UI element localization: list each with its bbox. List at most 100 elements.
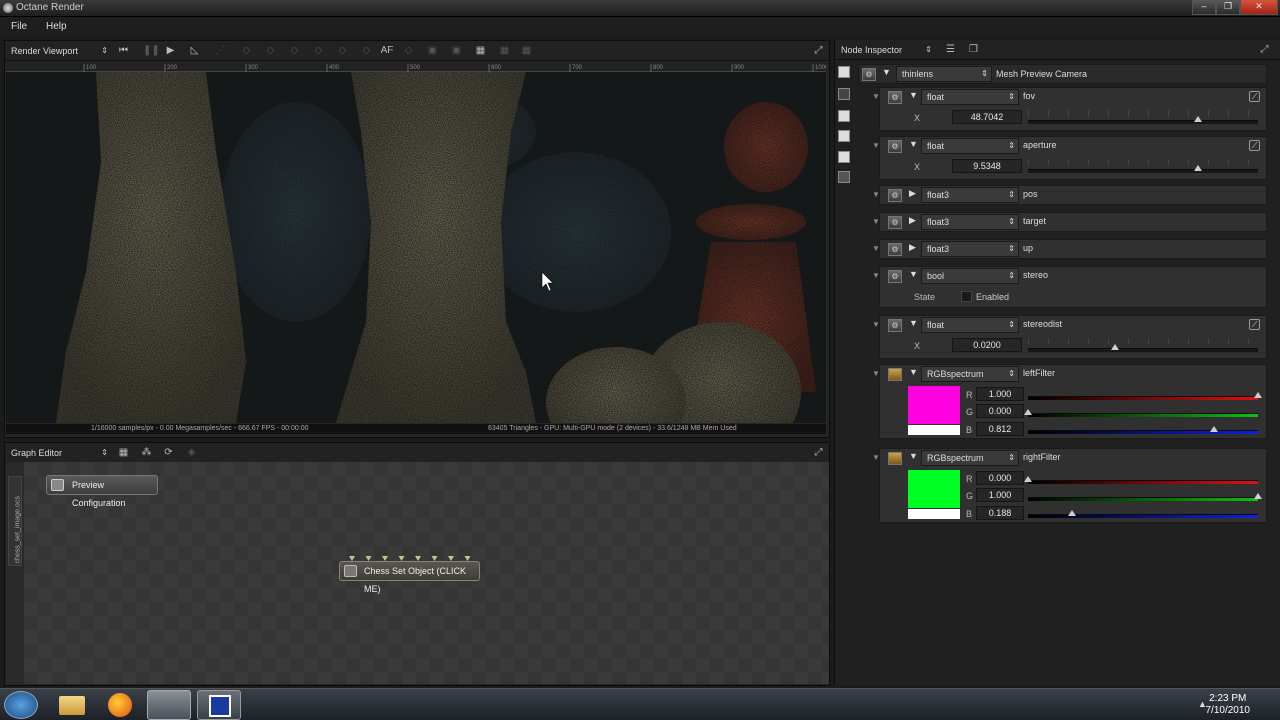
- toolbar-icon-i[interactable]: ▣: [451, 45, 462, 56]
- folder-icon[interactable]: [888, 368, 902, 381]
- leftfilter-r-thumb[interactable]: [1254, 392, 1262, 398]
- expand-triangle-icon[interactable]: ▶: [909, 242, 916, 253]
- fov-value-field[interactable]: 48.7042: [952, 110, 1022, 124]
- list-icon[interactable]: ☰: [945, 44, 956, 55]
- maximize-icon[interactable]: ⤢: [1259, 44, 1270, 55]
- leftfilter-g-field[interactable]: 0.000: [976, 404, 1024, 418]
- fov-slider-thumb[interactable]: [1194, 116, 1203, 122]
- aperture-slider-thumb[interactable]: [1194, 165, 1203, 171]
- toolbar-icon-j[interactable]: ▦: [499, 45, 510, 56]
- collapse-triangle-icon[interactable]: ▼: [872, 92, 880, 101]
- gear-icon[interactable]: ⚙: [888, 243, 902, 256]
- leftfilter-g-thumb[interactable]: [1024, 409, 1032, 415]
- graph-nodes-icon[interactable]: ⁂: [141, 447, 152, 458]
- camera-type-select[interactable]: thinlens ⇕: [896, 66, 992, 82]
- aperture-type-select[interactable]: float ⇕: [921, 138, 1019, 154]
- focus-picker-icon[interactable]: ⋰: [215, 45, 226, 56]
- collapse-triangle-icon[interactable]: ▼: [909, 139, 918, 149]
- measure-icon[interactable]: ◺: [189, 45, 200, 56]
- leftfilter-type-select[interactable]: RGBspectrum ⇕: [921, 366, 1019, 382]
- fov-slider[interactable]: [1028, 116, 1258, 124]
- taskbar-app-icon[interactable]: [147, 690, 191, 720]
- collapse-triangle-icon[interactable]: ▼: [872, 453, 880, 462]
- leftfilter-r-field[interactable]: 1.000: [976, 387, 1024, 401]
- toolbar-icon-c[interactable]: ◇: [289, 45, 300, 56]
- toolbar-icon-h[interactable]: ▣: [427, 45, 438, 56]
- node-input-pin[interactable]: [464, 556, 471, 561]
- expand-triangle-icon[interactable]: ▶: [909, 215, 916, 226]
- collapse-triangle-icon[interactable]: ▼: [872, 244, 880, 253]
- minimize-button[interactable]: –: [1192, 0, 1216, 15]
- firefox-icon[interactable]: [98, 690, 142, 720]
- gear-icon[interactable]: ⚙: [888, 140, 902, 153]
- octane-taskbar-icon[interactable]: [197, 690, 241, 720]
- stereodist-slider[interactable]: [1028, 344, 1258, 352]
- node-input-pin[interactable]: [448, 556, 454, 561]
- play-icon[interactable]: ▶: [165, 45, 176, 56]
- pos-type-select[interactable]: float3 ⇕: [921, 187, 1019, 203]
- maximize-icon[interactable]: ⤢: [813, 45, 824, 56]
- gear-icon[interactable]: ⚙: [888, 216, 902, 229]
- region-render-icon[interactable]: ▦: [475, 45, 486, 56]
- rightfilter-b-thumb[interactable]: [1067, 510, 1076, 516]
- collapse-triangle-icon[interactable]: ▼: [872, 320, 880, 329]
- collapse-triangle-icon[interactable]: ▼: [872, 217, 880, 226]
- up-type-select[interactable]: float3 ⇕: [921, 241, 1019, 257]
- node-input-pin[interactable]: [382, 556, 388, 561]
- fov-type-select[interactable]: float ⇕: [921, 89, 1019, 105]
- graph-panel-selector[interactable]: Graph Editor ⇕: [8, 446, 110, 460]
- windows-start-icon[interactable]: [4, 691, 38, 719]
- graph-canvas[interactable]: Preview Configuration Chess Set Object (…: [24, 462, 829, 684]
- close-button[interactable]: ✕: [1240, 0, 1278, 15]
- rightfilter-r-thumb[interactable]: [1024, 476, 1032, 482]
- target-type-select[interactable]: float3 ⇕: [921, 214, 1019, 230]
- expand-triangle-icon[interactable]: ▶: [909, 188, 916, 199]
- graph-tab[interactable]: chess_set_image.ocs: [8, 476, 22, 566]
- rightfilter-color-swatch[interactable]: [908, 470, 960, 508]
- menu-help[interactable]: Help: [46, 21, 67, 32]
- node-input-pin[interactable]: [349, 556, 355, 561]
- autofocus-button[interactable]: AF: [379, 45, 395, 56]
- toolbar-icon-f[interactable]: ◇: [361, 45, 372, 56]
- collapse-triangle-icon[interactable]: ▼: [872, 271, 880, 280]
- rightfilter-b-slider[interactable]: [1028, 510, 1258, 518]
- windows-icon[interactable]: ❐: [968, 44, 979, 55]
- inspector-panel-selector[interactable]: Node Inspector ⇕: [838, 43, 934, 57]
- rightfilter-type-select[interactable]: RGBspectrum ⇕: [921, 450, 1019, 466]
- gear-icon[interactable]: ⚙: [888, 319, 902, 332]
- node-input-pin[interactable]: [398, 556, 405, 561]
- stereo-enabled-checkbox[interactable]: [961, 291, 972, 302]
- first-frame-icon[interactable]: ⏮: [118, 45, 129, 56]
- rightfilter-g-thumb[interactable]: [1254, 493, 1262, 499]
- leftfilter-g-slider[interactable]: [1024, 409, 1258, 417]
- rightfilter-r-slider[interactable]: [1024, 476, 1258, 484]
- folder-icon[interactable]: [888, 452, 902, 465]
- stereodist-value-field[interactable]: 0.0200: [952, 338, 1022, 352]
- panel-selector[interactable]: Render Viewport ⇕: [8, 44, 110, 58]
- restore-button[interactable]: ❐: [1216, 0, 1240, 15]
- side-icon-5[interactable]: [838, 151, 850, 163]
- toolbar-icon-k[interactable]: ▦: [521, 45, 532, 56]
- chess-set-object-node[interactable]: Chess Set Object (CLICK ME): [339, 556, 480, 594]
- gear-icon[interactable]: ⚙: [888, 270, 902, 283]
- collapse-triangle-icon[interactable]: ▼: [909, 269, 918, 279]
- collapse-triangle-icon[interactable]: ▼: [882, 67, 891, 77]
- toolbar-icon-e[interactable]: ◇: [337, 45, 348, 56]
- toolbar-icon-d[interactable]: ◇: [313, 45, 324, 56]
- curve-icon[interactable]: ⟋: [1249, 91, 1260, 102]
- aperture-value-field[interactable]: 9.5348: [952, 159, 1022, 173]
- explorer-icon[interactable]: [50, 690, 94, 720]
- gear-icon[interactable]: ⚙: [888, 91, 902, 104]
- gear-icon[interactable]: ⚙: [888, 189, 902, 202]
- leftfilter-b-thumb[interactable]: [1210, 426, 1219, 432]
- curve-icon[interactable]: ⟋: [1249, 319, 1260, 330]
- leftfilter-b-slider[interactable]: [1028, 426, 1258, 434]
- collapse-triangle-icon[interactable]: ▼: [872, 369, 880, 378]
- render-image[interactable]: [6, 72, 826, 423]
- pause-icon[interactable]: ❚❚: [143, 45, 160, 56]
- aperture-slider[interactable]: [1028, 165, 1258, 173]
- toolbar-icon-g[interactable]: ◇: [403, 45, 414, 56]
- side-icon-6[interactable]: [838, 171, 850, 183]
- graph-grid-icon[interactable]: ▦: [118, 447, 129, 458]
- leftfilter-r-slider[interactable]: [1028, 392, 1262, 400]
